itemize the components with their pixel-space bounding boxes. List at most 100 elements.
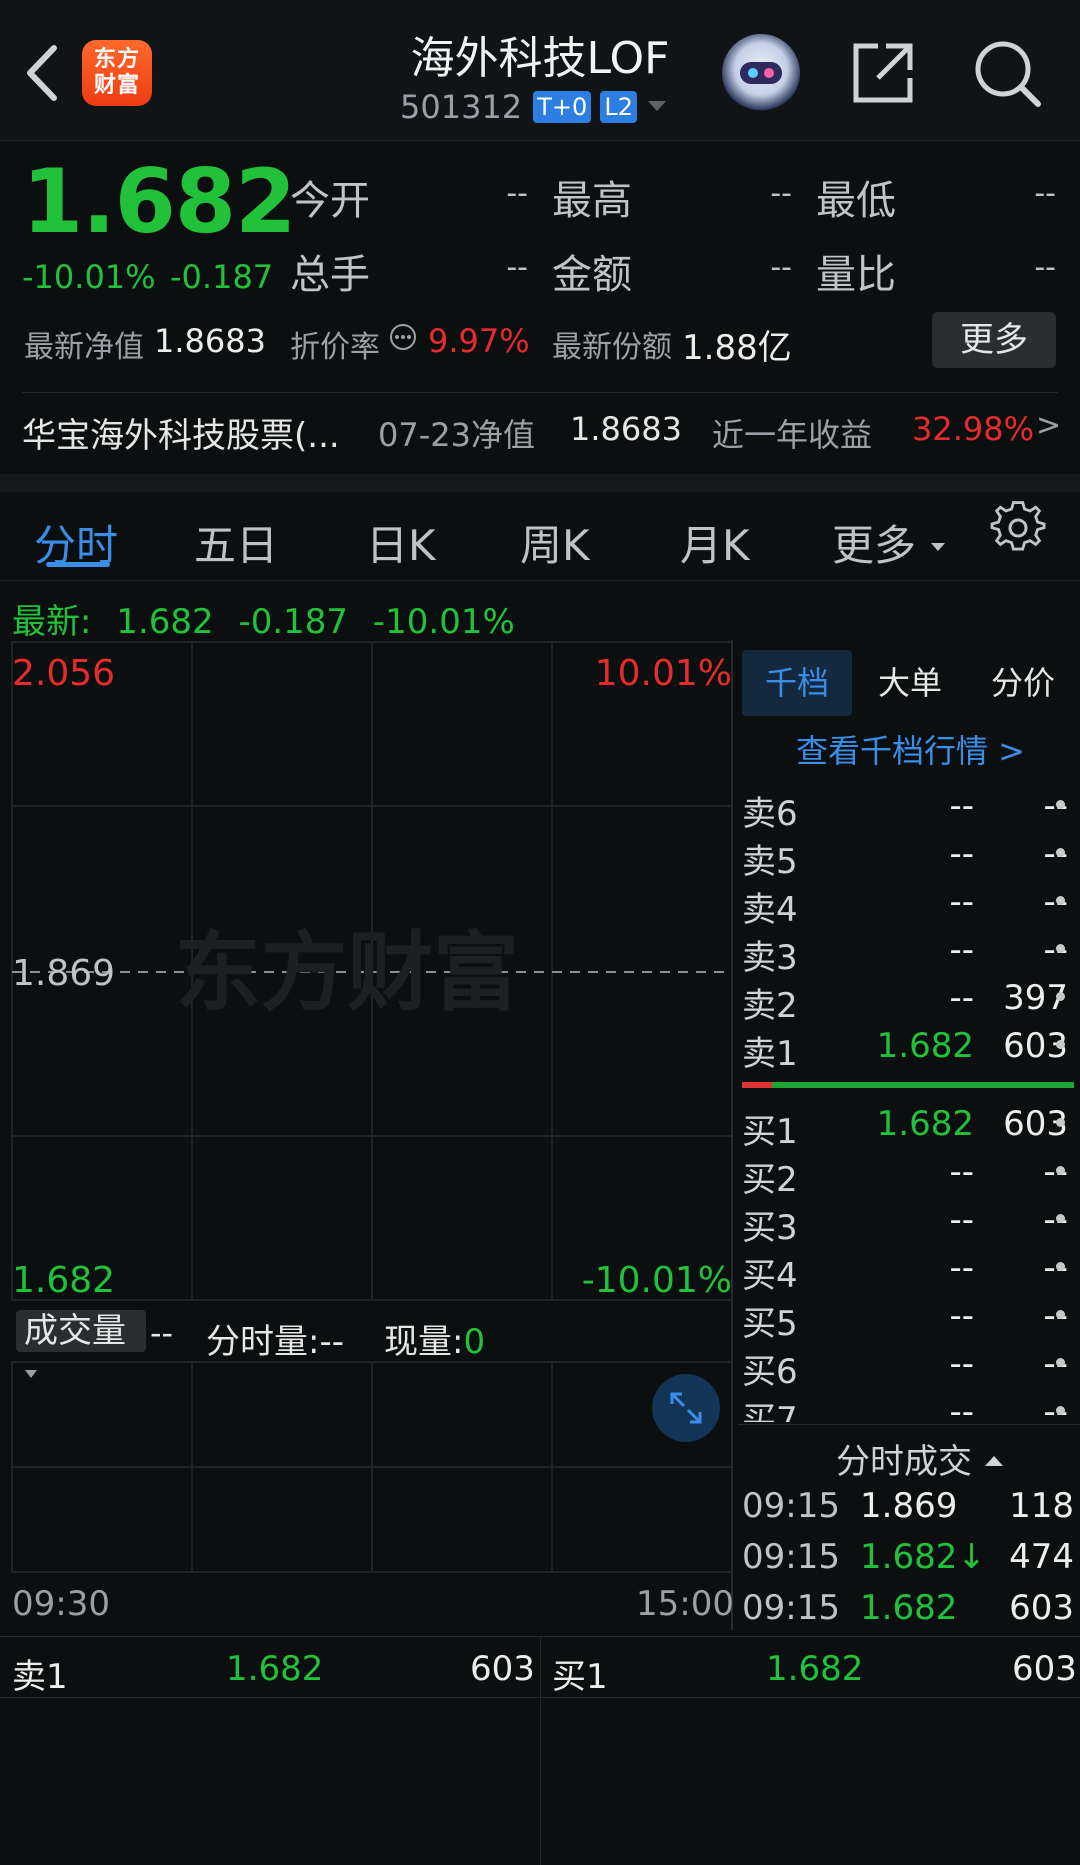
stock-title: 海外科技LOF — [410, 33, 670, 84]
intraday-chart[interactable]: 东方财富 2.056 1.869 1.682 10.01% -10.01% — [0, 640, 740, 1630]
ask-row[interactable]: 卖6 ---- — [742, 786, 1074, 834]
latest-pct: -10.01% — [372, 602, 515, 642]
volume-value: -- — [150, 1314, 174, 1352]
triangle-up-icon — [984, 1456, 1003, 1466]
tab-active-indicator — [46, 562, 110, 567]
ask-row[interactable]: 卖3 ---- — [742, 930, 1074, 978]
bid-qty: -- — [1043, 1392, 1068, 1422]
fund-detail-arrow[interactable]: > — [1036, 408, 1061, 443]
share-icon — [853, 43, 913, 103]
minute-volume: 分时量:-- — [206, 1314, 344, 1363]
tab-five-day[interactable]: 五日 — [194, 512, 278, 573]
tick-time: 09:15 — [742, 1537, 840, 1577]
search-icon — [975, 41, 1041, 107]
orderbook-tabs: 千档 大单 分价 — [742, 650, 1076, 716]
back-button[interactable] — [20, 40, 70, 106]
bottom-buy-price: 1.682 — [766, 1649, 864, 1689]
time-axis-end: 15:00 — [636, 1584, 734, 1624]
info-circle-icon[interactable] — [388, 322, 418, 356]
ask-qty: 397 — [1003, 978, 1068, 1018]
discount-value: 9.97% — [428, 322, 530, 360]
time-axis-start: 09:30 — [12, 1584, 110, 1624]
assistant-avatar[interactable] — [722, 34, 800, 112]
chart-settings-button[interactable] — [990, 500, 1046, 556]
bid-row[interactable]: 买6 ---- — [742, 1344, 1074, 1392]
section-separator — [0, 474, 1080, 492]
tab-weekly-k[interactable]: 周K — [520, 512, 590, 573]
tag-t0: T+0 — [533, 91, 592, 123]
bid-price: -- — [949, 1200, 974, 1240]
bid-price: 1.682 — [876, 1104, 974, 1144]
bid-row[interactable]: 买7 -- -- — [742, 1392, 1074, 1422]
expand-icon — [670, 1392, 702, 1424]
stock-code-line[interactable]: 501312 T+0 L2 — [400, 88, 700, 128]
tag-l2: L2 — [600, 91, 638, 123]
fund-year-return-label: 近一年收益 — [712, 416, 873, 454]
fund-name-link[interactable]: 华宝海外科技股票(... — [22, 408, 340, 457]
latest-label: 最新: — [12, 602, 92, 642]
ask-row[interactable]: 卖2 -- 397 — [742, 978, 1074, 1026]
bid-ask-ratio-bar — [742, 1082, 1074, 1088]
divider — [540, 1636, 541, 1865]
search-button[interactable] — [970, 36, 1044, 110]
ask-label: 卖6 — [742, 794, 798, 834]
dropdown-triangle-icon — [648, 101, 667, 111]
change-percent: -10.01% — [22, 258, 156, 296]
tab-daily-k[interactable]: 日K — [366, 512, 436, 573]
bid-row[interactable]: 买4 ---- — [742, 1248, 1074, 1296]
dot-icon — [1056, 1214, 1065, 1223]
tab-big-orders[interactable]: 大单 — [860, 650, 960, 716]
dot-icon — [1056, 1406, 1065, 1415]
tick-time: 09:15 — [742, 1588, 840, 1628]
dot-icon — [1056, 1262, 1065, 1271]
divider — [22, 392, 1058, 393]
latest-price: 1.682 — [116, 602, 214, 642]
bid-qty: 603 — [1003, 1104, 1068, 1144]
ask-qty: -- — [982, 834, 1068, 874]
minute-volume-label: 分时量: — [206, 1322, 320, 1362]
tick-trades-title[interactable]: 分时成交 — [836, 1434, 1005, 1483]
tab-monthly-k[interactable]: 月K — [680, 512, 750, 573]
discount-label: 折价率 — [290, 330, 380, 365]
field-label-open: 今开 — [290, 178, 370, 224]
nav-value: 1.8683 — [154, 322, 266, 360]
bottom-sell-qty: 603 — [470, 1649, 535, 1689]
more-button[interactable]: 更多 — [932, 312, 1056, 368]
ask-row[interactable]: 卖4 ---- — [742, 882, 1074, 930]
ask-row[interactable]: 卖1 1.682 603 — [742, 1026, 1074, 1074]
latest-price-row: 最新: 1.682 -0.187 -10.01% — [12, 594, 515, 643]
ask-label: 卖2 — [742, 986, 798, 1026]
ask-row[interactable]: 卖5 ---- — [742, 834, 1074, 882]
ask-qty: -- — [982, 882, 1068, 922]
tick-volume: 474 — [1009, 1537, 1074, 1577]
bid-price: -- — [949, 1344, 974, 1384]
bid-price: -- — [949, 1296, 974, 1336]
dot-icon — [1056, 800, 1065, 809]
dot-icon — [1056, 1040, 1065, 1049]
tab-more[interactable]: 更多 — [832, 512, 947, 573]
tab-price-distribution[interactable]: 分价 — [970, 650, 1076, 716]
view-thousand-levels-link[interactable]: 查看千档行情 > — [796, 726, 1025, 772]
bid-label: 买2 — [742, 1160, 798, 1200]
chart-tabs: 分时 五日 日K 周K 月K 更多 — [0, 492, 1080, 581]
bid-row[interactable]: 买5 ---- — [742, 1296, 1074, 1344]
volume-indicator-dropdown[interactable]: 成交量 — [16, 1310, 146, 1378]
fullscreen-button[interactable] — [652, 1374, 720, 1442]
ask-price: -- — [949, 882, 974, 922]
ask-price: -- — [949, 786, 974, 826]
field-value-amount: -- — [770, 250, 792, 285]
current-volume-label: 现量: — [384, 1322, 464, 1362]
app-logo[interactable]: 东方 财富 — [82, 40, 152, 106]
bottom-buy-label: 买1 — [552, 1657, 608, 1697]
volume-indicator-label: 成交量 — [24, 1311, 126, 1351]
bid-label: 买5 — [742, 1304, 798, 1344]
share-button[interactable] — [848, 38, 918, 108]
dropdown-triangle-icon — [25, 1370, 37, 1378]
logo-text-line2: 财富 — [93, 73, 140, 98]
fund-year-return: 32.98% — [912, 410, 1035, 448]
bid-qty: -- — [982, 1248, 1068, 1288]
bid-row[interactable]: 买1 1.682 603 — [742, 1104, 1074, 1152]
bid-row[interactable]: 买3 ---- — [742, 1200, 1074, 1248]
bid-row[interactable]: 买2 ---- — [742, 1152, 1074, 1200]
tab-thousand-levels[interactable]: 千档 — [742, 650, 852, 716]
